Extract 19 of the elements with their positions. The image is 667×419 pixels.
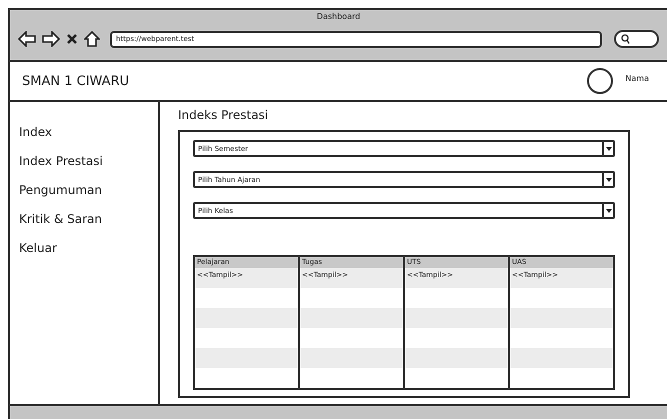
window-title: Dashboard bbox=[316, 12, 362, 23]
avatar-icon[interactable] bbox=[587, 68, 614, 94]
sidebar-item[interactable]: Keluar bbox=[19, 238, 158, 267]
home-icon[interactable] bbox=[84, 31, 100, 47]
forward-icon[interactable] bbox=[42, 31, 60, 47]
close-icon[interactable] bbox=[66, 33, 78, 45]
user-name: Nama bbox=[625, 74, 649, 82]
sidebar-item[interactable]: Pengumuman bbox=[19, 180, 158, 209]
sidebar-item[interactable]: Kritik & Saran bbox=[19, 209, 158, 238]
back-icon[interactable] bbox=[18, 31, 36, 47]
page-title: Indeks Prestasi bbox=[178, 108, 270, 124]
caret-icon bbox=[606, 208, 612, 212]
search-icon bbox=[621, 34, 630, 44]
sidebar-item[interactable]: Index bbox=[19, 122, 158, 151]
search-button[interactable] bbox=[614, 30, 659, 48]
school-name: SMAN 1 CIWARU bbox=[22, 74, 130, 88]
caret-icon bbox=[606, 146, 612, 150]
caret-icon bbox=[606, 178, 612, 182]
sidebar-item[interactable]: Index Prestasi bbox=[19, 151, 158, 180]
